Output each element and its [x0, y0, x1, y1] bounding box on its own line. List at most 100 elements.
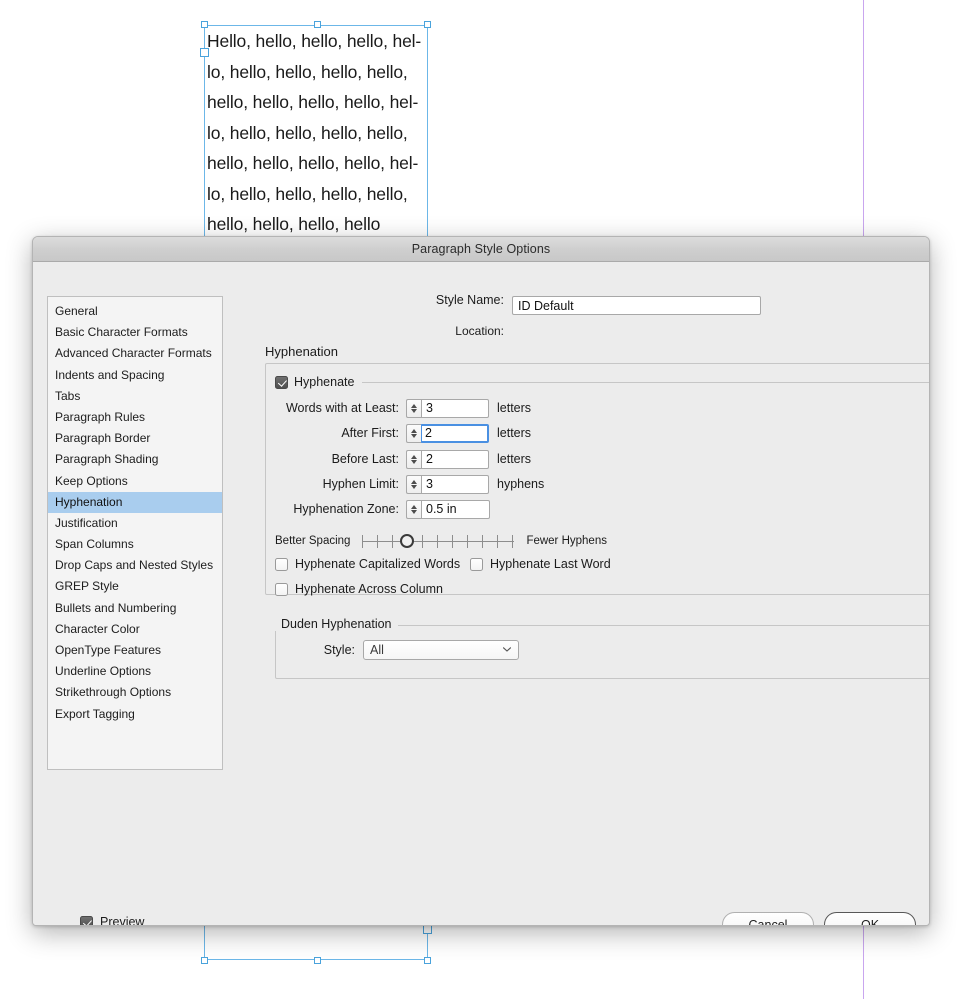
hyphenate-capitalized-words-row[interactable]: Hyphenate Capitalized Words [275, 557, 460, 571]
hyphenate-checkbox[interactable] [275, 376, 288, 389]
sidebar-item-general[interactable]: General [48, 301, 222, 322]
frame-text-line: lo, hello, hello, hello, hello, [207, 179, 429, 210]
preview-checkbox[interactable] [80, 916, 93, 927]
text-frame-out-port[interactable] [423, 925, 432, 934]
duden-style-select[interactable]: All [363, 640, 519, 660]
text-frame-content: Hello, hello, hello, hello, hel- lo, hel… [207, 26, 429, 240]
preview-label: Preview [100, 915, 144, 926]
frame-text-line: Hello, hello, hello, hello, hel- [207, 26, 429, 57]
hyphenate-checkbox-row[interactable]: Hyphenate [275, 375, 362, 389]
before-last-stepper[interactable] [406, 450, 421, 469]
sidebar-item-opentype-features[interactable]: OpenType Features [48, 640, 222, 661]
sidebar-item-strikethrough-options[interactable]: Strikethrough Options [48, 682, 222, 703]
after-first-unit: letters [497, 426, 531, 440]
resize-handle-bottom-left[interactable] [201, 957, 208, 964]
words-with-at-least-stepper[interactable] [406, 399, 421, 418]
field-row-after-first: After First: letters [275, 423, 531, 443]
duden-style-label: Style: [275, 643, 355, 657]
hyphenate-label: Hyphenate [294, 375, 354, 389]
hyphenate-last-word-checkbox[interactable] [470, 558, 483, 571]
words-with-at-least-input[interactable] [421, 399, 489, 418]
ok-button[interactable]: OK [824, 912, 916, 926]
spacing-hyphens-slider[interactable] [362, 531, 514, 551]
sidebar-item-paragraph-shading[interactable]: Paragraph Shading [48, 449, 222, 470]
section-title: Hyphenation [265, 344, 338, 359]
before-last-label: Before Last: [275, 452, 399, 466]
better-spacing-label: Better Spacing [275, 535, 350, 547]
sidebar-item-indents-and-spacing[interactable]: Indents and Spacing [48, 365, 222, 386]
sidebar-item-tabs[interactable]: Tabs [48, 386, 222, 407]
hyphenation-zone-stepper[interactable] [406, 500, 421, 519]
resize-handle-top-left[interactable] [201, 21, 208, 28]
sidebar-item-export-tagging[interactable]: Export Tagging [48, 704, 222, 725]
dialog-body: General Basic Character Formats Advanced… [33, 262, 929, 926]
category-list[interactable]: General Basic Character Formats Advanced… [47, 296, 223, 770]
sidebar-item-advanced-character-formats[interactable]: Advanced Character Formats [48, 343, 222, 364]
style-name-input[interactable] [512, 296, 761, 315]
before-last-unit: letters [497, 452, 531, 466]
hyphenate-capitalized-words-label: Hyphenate Capitalized Words [295, 557, 460, 571]
resize-handle-top-right[interactable] [424, 21, 431, 28]
frame-text-line: hello, hello, hello, hello, hel- [207, 148, 429, 179]
sidebar-item-grep-style[interactable]: GREP Style [48, 576, 222, 597]
sidebar-item-bullets-and-numbering[interactable]: Bullets and Numbering [48, 598, 222, 619]
slider-tick [467, 535, 468, 548]
sidebar-item-paragraph-border[interactable]: Paragraph Border [48, 428, 222, 449]
frame-text-line: lo, hello, hello, hello, hello, [207, 118, 429, 149]
hyphenate-across-column-label: Hyphenate Across Column [295, 582, 443, 596]
frame-text-line: hello, hello, hello, hello, hel- [207, 87, 429, 118]
words-with-at-least-unit: letters [497, 401, 531, 415]
sidebar-item-underline-options[interactable]: Underline Options [48, 661, 222, 682]
hyphenate-last-word-label: Hyphenate Last Word [490, 557, 611, 571]
field-row-hyphen-limit: Hyphen Limit: hyphens [275, 474, 544, 494]
field-row-hyphenation-zone: Hyphenation Zone: [275, 499, 498, 519]
slider-tick [497, 535, 498, 548]
group-divider-line [275, 382, 930, 383]
slider-tick [362, 535, 363, 548]
frame-text-line: lo, hello, hello, hello, hello, [207, 57, 429, 88]
field-row-before-last: Before Last: letters [275, 449, 531, 469]
sidebar-item-hyphenation[interactable]: Hyphenation [48, 492, 222, 513]
before-last-input[interactable] [421, 450, 489, 469]
slider-tick [377, 535, 378, 548]
resize-handle-bottom-center[interactable] [314, 957, 321, 964]
spacing-hyphens-slider-row: Better Spacing Fewer Hyphens [275, 530, 607, 552]
text-frame-in-port[interactable] [200, 48, 209, 57]
dialog-titlebar[interactable]: Paragraph Style Options [33, 237, 929, 262]
duden-style-row: Style: All [275, 640, 519, 660]
paragraph-style-options-dialog: Paragraph Style Options General Basic Ch… [32, 236, 930, 926]
hyphen-limit-stepper[interactable] [406, 475, 421, 494]
hyphenate-across-column-row[interactable]: Hyphenate Across Column [275, 582, 443, 596]
cancel-button[interactable]: Cancel [722, 912, 814, 926]
hyphenation-zone-input[interactable] [421, 500, 490, 519]
hyphenate-across-column-checkbox[interactable] [275, 583, 288, 596]
fewer-hyphens-label: Fewer Hyphens [526, 535, 607, 547]
slider-tick [422, 535, 423, 548]
resize-handle-top-center[interactable] [314, 21, 321, 28]
preview-row[interactable]: Preview [80, 915, 144, 926]
slider-tick [452, 535, 453, 548]
sidebar-item-basic-character-formats[interactable]: Basic Character Formats [48, 322, 222, 343]
slider-tick [437, 535, 438, 548]
sidebar-item-keep-options[interactable]: Keep Options [48, 471, 222, 492]
location-label: Location: [407, 324, 504, 338]
slider-thumb[interactable] [400, 534, 414, 548]
sidebar-item-span-columns[interactable]: Span Columns [48, 534, 222, 555]
slider-tick [392, 535, 393, 548]
hyphenate-last-word-row[interactable]: Hyphenate Last Word [470, 557, 611, 571]
after-first-label: After First: [275, 426, 399, 440]
frame-text-line: hello, hello, hello, hello [207, 209, 429, 240]
resize-handle-bottom-right[interactable] [424, 957, 431, 964]
hyphenation-zone-label: Hyphenation Zone: [275, 502, 399, 516]
sidebar-item-character-color[interactable]: Character Color [48, 619, 222, 640]
hyphenate-capitalized-words-checkbox[interactable] [275, 558, 288, 571]
hyphen-limit-input[interactable] [421, 475, 489, 494]
sidebar-item-paragraph-rules[interactable]: Paragraph Rules [48, 407, 222, 428]
duden-style-value: All [370, 643, 384, 657]
after-first-input[interactable] [420, 424, 489, 443]
sidebar-item-drop-caps-and-nested-styles[interactable]: Drop Caps and Nested Styles [48, 555, 222, 576]
after-first-stepper[interactable] [406, 424, 421, 443]
sidebar-item-justification[interactable]: Justification [48, 513, 222, 534]
words-with-at-least-label: Words with at Least: [275, 401, 399, 415]
hyphen-limit-unit: hyphens [497, 477, 544, 491]
